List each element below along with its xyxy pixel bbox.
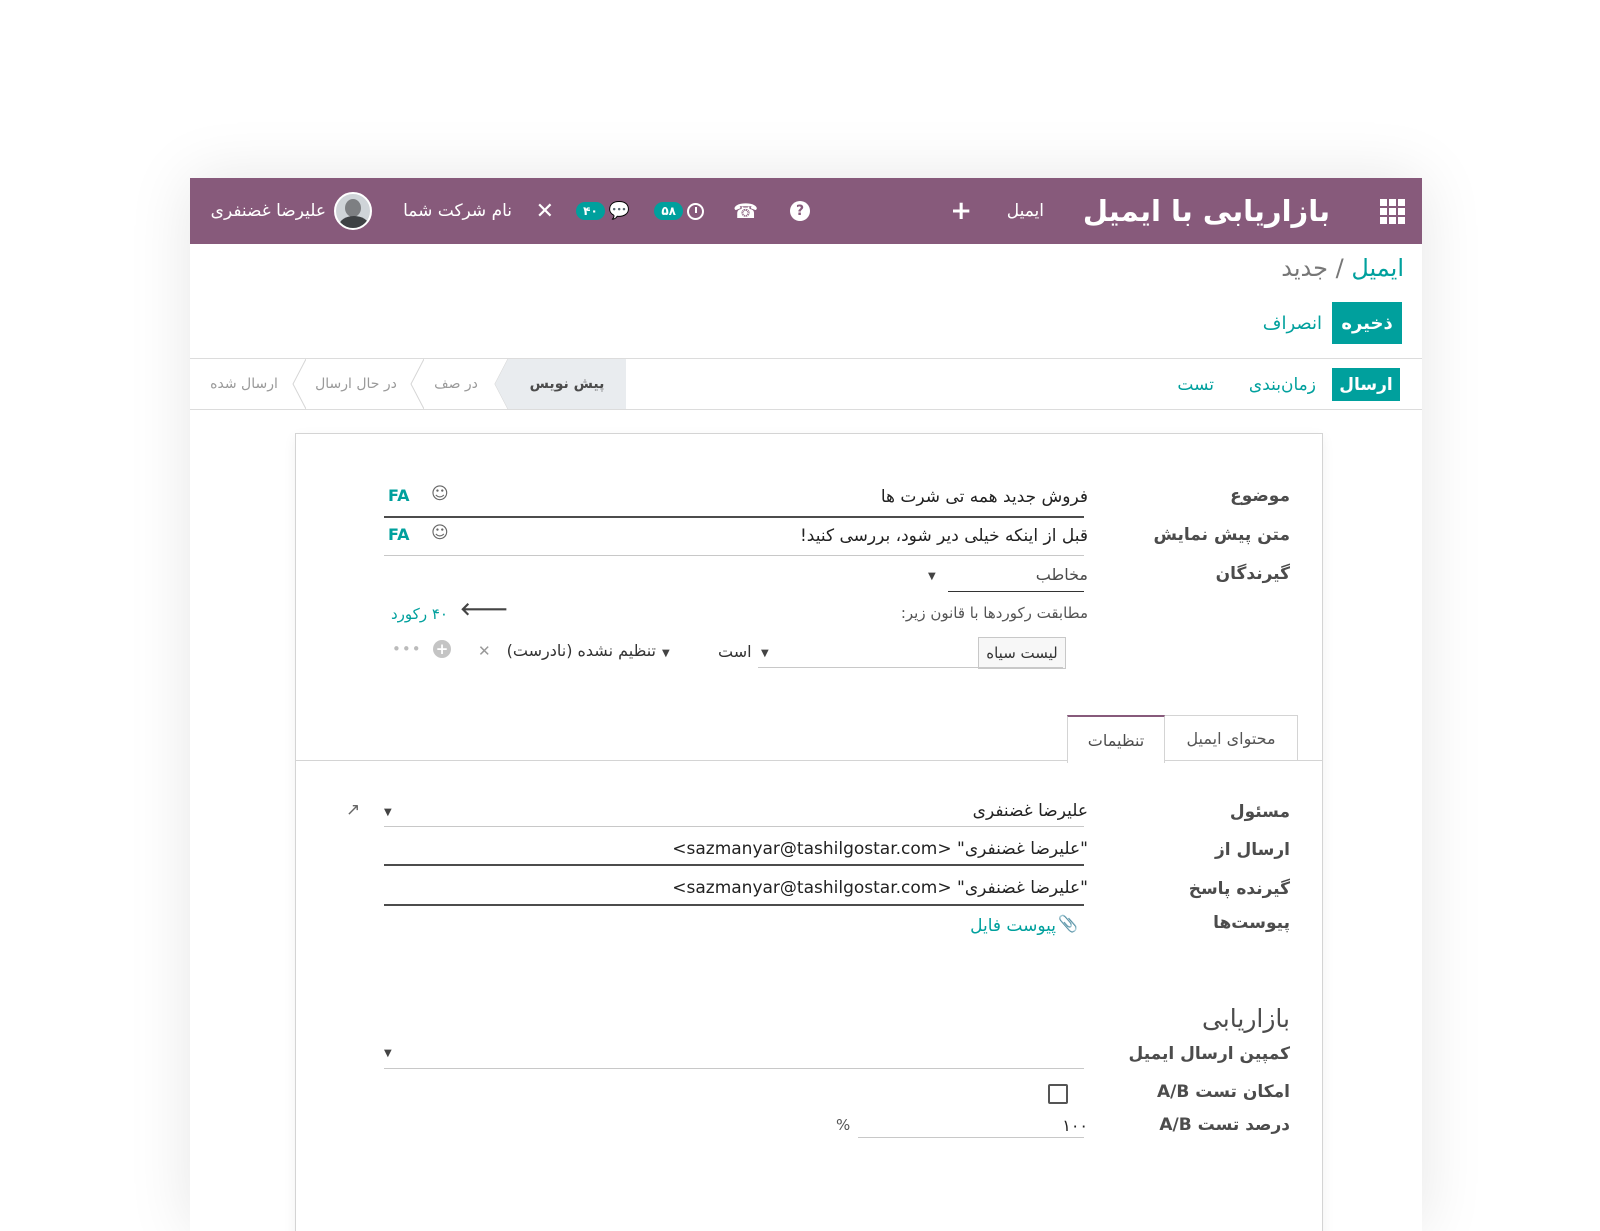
stage-pipeline: پیش نویس در صف در حال ارسال ارسال شده bbox=[190, 359, 820, 409]
chevron-down-icon[interactable]: ▼ bbox=[928, 571, 936, 582]
discard-button[interactable]: انصراف bbox=[1263, 302, 1322, 344]
stage-queued[interactable]: در صف bbox=[416, 359, 496, 409]
top-navbar: بازاریابی با ایمیل ایمیل + ? ☎ ۵۸ 💬 ۴۰ ✕… bbox=[190, 178, 1422, 244]
company-switcher[interactable]: نام شرکت شما bbox=[403, 178, 512, 244]
recipients-label: گیرندگان bbox=[1215, 564, 1290, 584]
responsible-label: مسئول bbox=[1229, 802, 1290, 822]
external-link-icon[interactable]: ↗ bbox=[346, 800, 360, 820]
domain-match-text: مطابقت رکوردها با قانون زیر: bbox=[900, 604, 1088, 622]
percent-unit: % bbox=[836, 1116, 851, 1134]
emoji-icon[interactable]: ☺ bbox=[431, 523, 449, 543]
help-icon[interactable]: ? bbox=[790, 178, 810, 244]
messaging-menu[interactable]: 💬 ۴۰ bbox=[576, 178, 630, 244]
stage-chevron bbox=[494, 359, 508, 409]
chevron-down-icon[interactable]: ▼ bbox=[761, 648, 769, 659]
rule-value-select[interactable]: تنظیم نشده (نادرست) bbox=[507, 641, 656, 660]
send-from-value: "علیرضا غضنفری" <sazmanyar@tashilgostar.… bbox=[672, 839, 1088, 859]
chat-icon: 💬 bbox=[608, 201, 630, 221]
breadcrumb: ایمیل / جدید bbox=[1281, 254, 1404, 282]
ab-percent-label: درصد تست A/B bbox=[1159, 1115, 1290, 1135]
arrow-left-icon[interactable]: 🡐 bbox=[460, 599, 508, 620]
reply-to-label: گیرنده پاسخ bbox=[1188, 879, 1290, 899]
rule-underline bbox=[758, 667, 1063, 668]
recipients-value: مخاطب bbox=[1035, 565, 1088, 584]
tab-email-content[interactable]: محتوای ایمیل bbox=[1164, 715, 1298, 760]
chat-count-badge: ۴۰ bbox=[576, 202, 605, 220]
form-sheet: موضوع فروش جدید همه تی شرت ها FA ☺ متن پ… bbox=[295, 433, 1323, 1231]
subject-label: موضوع bbox=[1230, 486, 1290, 506]
app-title[interactable]: بازاریابی با ایمیل bbox=[1083, 178, 1330, 244]
attachments-label: پیوست‌ها bbox=[1213, 913, 1290, 933]
activity-menu[interactable]: ۵۸ bbox=[654, 178, 704, 244]
translate-button[interactable]: FA bbox=[388, 486, 409, 505]
ab-testing-checkbox[interactable] bbox=[1048, 1084, 1068, 1104]
preview-text-value: قبل از اینکه خیلی دیر شود، بررسی کنید! bbox=[799, 526, 1088, 546]
stage-chevron bbox=[292, 359, 306, 409]
send-from-label: ارسال از bbox=[1215, 840, 1290, 860]
breadcrumb-separator: / bbox=[1335, 254, 1344, 282]
help-glyph: ? bbox=[790, 201, 810, 221]
subject-value: فروش جدید همه تی شرت ها bbox=[880, 487, 1088, 507]
rule-operator-select[interactable]: است bbox=[718, 642, 752, 661]
tab-settings[interactable]: تنظیمات bbox=[1067, 715, 1165, 763]
ab-percent-value: ۱۰۰ bbox=[1062, 1116, 1088, 1135]
schedule-button[interactable]: زمان‌بندی bbox=[1249, 368, 1316, 401]
stage-sending[interactable]: در حال ارسال bbox=[304, 359, 408, 409]
chevron-down-icon[interactable]: ▼ bbox=[384, 1048, 392, 1059]
reply-to-value: "علیرضا غضنفری" <sazmanyar@tashilgostar.… bbox=[672, 878, 1088, 898]
rule-field-select[interactable]: لیست سیاه bbox=[978, 637, 1066, 669]
apps-grid-icon[interactable] bbox=[1376, 178, 1408, 244]
breadcrumb-parent[interactable]: ایمیل bbox=[1351, 254, 1404, 282]
record-count-link[interactable]: ۴۰ رکورد bbox=[391, 605, 448, 623]
paperclip-icon: 📎 bbox=[1058, 914, 1078, 933]
test-button[interactable]: تست bbox=[1177, 368, 1214, 401]
phone-icon[interactable]: ☎ bbox=[733, 178, 758, 244]
user-menu[interactable]: علیرضا غضنفری bbox=[211, 178, 372, 244]
preview-text-label: متن پیش نمایش bbox=[1153, 525, 1290, 545]
campaign-label: کمپین ارسال ایمیل bbox=[1128, 1044, 1290, 1064]
campaign-select[interactable] bbox=[384, 1044, 1084, 1069]
status-bar: ارسال زمان‌بندی تست پیش نویس در صف در حا… bbox=[190, 358, 1422, 410]
emoji-icon[interactable]: ☺ bbox=[431, 484, 449, 504]
save-button[interactable]: ذخیره bbox=[1332, 302, 1402, 344]
stage-draft[interactable]: پیش نویس bbox=[508, 359, 626, 409]
user-name: علیرضا غضنفری bbox=[210, 201, 326, 221]
breadcrumb-current: جدید bbox=[1281, 254, 1328, 282]
chevron-down-icon[interactable]: ▼ bbox=[384, 807, 392, 818]
stage-chevron bbox=[410, 359, 424, 409]
attach-file-link[interactable]: پیوست فایل bbox=[970, 916, 1056, 936]
ab-percent-input[interactable] bbox=[858, 1115, 1084, 1138]
plus-icon[interactable]: + bbox=[950, 178, 972, 244]
tools-icon[interactable]: ✕ bbox=[536, 178, 554, 244]
menu-item-email[interactable]: ایمیل bbox=[1007, 178, 1044, 244]
app-window: بازاریابی با ایمیل ایمیل + ? ☎ ۵۸ 💬 ۴۰ ✕… bbox=[190, 178, 1422, 1231]
marketing-section-title: بازاریابی bbox=[1201, 1004, 1290, 1033]
avatar bbox=[334, 192, 372, 230]
remove-rule-icon[interactable]: ✕ bbox=[478, 642, 491, 660]
send-button[interactable]: ارسال bbox=[1332, 368, 1400, 401]
more-options-icon[interactable]: ••• bbox=[392, 640, 422, 658]
add-rule-icon[interactable]: + bbox=[433, 640, 451, 658]
clock-icon bbox=[687, 202, 704, 220]
ab-testing-label: امکان تست A/B bbox=[1157, 1082, 1290, 1102]
translate-button[interactable]: FA bbox=[388, 525, 409, 544]
notebook-tabs: محتوای ایمیل تنظیمات bbox=[296, 715, 1322, 763]
stage-sent[interactable]: ارسال شده bbox=[198, 359, 290, 409]
chevron-down-icon[interactable]: ▼ bbox=[662, 648, 670, 659]
responsible-value: علیرضا غضنفری bbox=[972, 801, 1088, 821]
activity-count-badge: ۵۸ bbox=[654, 202, 683, 220]
